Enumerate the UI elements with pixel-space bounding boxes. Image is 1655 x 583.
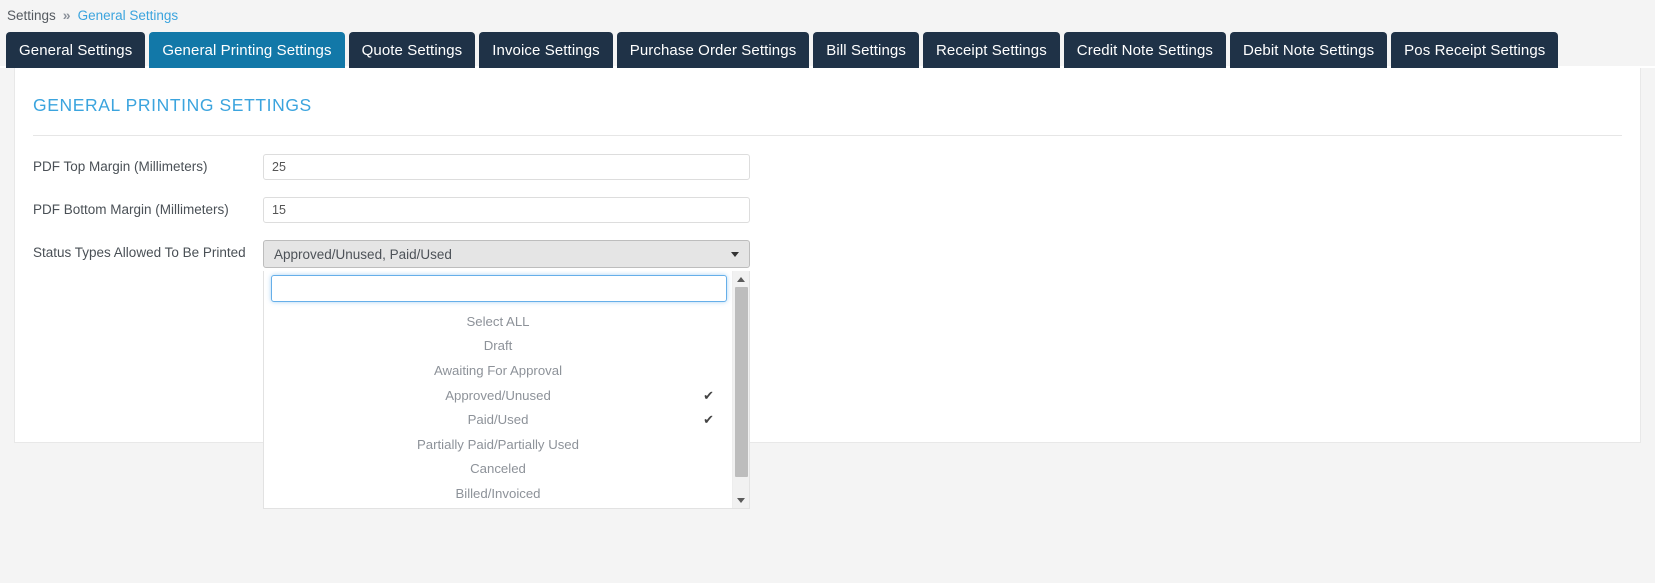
breadcrumb-separator-icon: » <box>62 7 71 23</box>
tab-label: Quote Settings <box>361 41 463 59</box>
status-types-search-input[interactable] <box>271 275 727 302</box>
check-icon: ✔ <box>703 387 714 403</box>
tab-debit-note-settings[interactable]: Debit Note Settings <box>1230 32 1388 68</box>
breadcrumb: Settings » General Settings <box>0 0 1655 30</box>
status-option-label: Approved/Unused <box>445 387 551 403</box>
control-bottom-margin <box>263 197 750 223</box>
tab-general-settings[interactable]: General Settings <box>6 32 146 68</box>
tab-quote-settings[interactable]: Quote Settings <box>348 32 476 68</box>
status-option[interactable]: Billed/Invoiced <box>264 481 732 506</box>
status-option-label: Billed/Invoiced <box>455 485 541 501</box>
tab-bill-settings[interactable]: Bill Settings <box>813 32 919 68</box>
status-types-multiselect: Approved/Unused, Paid/Used Select ALL Dra… <box>263 240 750 509</box>
status-types-dropdown-button[interactable]: Approved/Unused, Paid/Used <box>263 240 750 268</box>
status-option[interactable]: Draft <box>264 334 732 359</box>
status-option[interactable]: Paid/Used ✔ <box>264 407 732 432</box>
tab-invoice-settings[interactable]: Invoice Settings <box>479 32 613 68</box>
tab-receipt-settings[interactable]: Receipt Settings <box>922 32 1060 68</box>
tab-label: General Printing Settings <box>162 41 332 59</box>
pdf-top-margin-input[interactable] <box>263 154 750 180</box>
form-row-top-margin: PDF Top Margin (Millimeters) <box>15 154 1640 180</box>
status-option-label: Select ALL <box>466 313 530 329</box>
form-row-status-types: Status Types Allowed To Be Printed Appro… <box>15 240 1640 509</box>
general-printing-settings-form: PDF Top Margin (Millimeters) PDF Bottom … <box>15 136 1640 509</box>
status-option-label: Draft <box>483 338 513 354</box>
status-option-label: Canceled <box>470 461 526 477</box>
status-types-option-list: Select ALL Draft Awaiting For Approval Appr… <box>264 271 732 508</box>
form-row-bottom-margin: PDF Bottom Margin (Millimeters) <box>15 197 1640 223</box>
tab-label: General Settings <box>19 41 133 59</box>
scrollbar-thumb[interactable] <box>735 287 748 477</box>
chevron-down-icon <box>731 251 739 257</box>
page-title: GENERAL PRINTING SETTINGS <box>33 95 312 115</box>
status-option[interactable]: Select ALL <box>264 309 732 334</box>
tab-purchase-order-settings[interactable]: Purchase Order Settings <box>616 32 810 68</box>
tab-label: Pos Receipt Settings <box>1404 41 1546 59</box>
label-status-types: Status Types Allowed To Be Printed <box>33 245 246 260</box>
scrollbar-track[interactable] <box>733 287 749 492</box>
breadcrumb-current[interactable]: General Settings <box>78 8 179 23</box>
status-option-label: Paid/Used <box>467 412 529 428</box>
label-top-margin: PDF Top Margin (Millimeters) <box>33 159 208 174</box>
status-types-dropdown-panel: Select ALL Draft Awaiting For Approval Appr… <box>263 271 750 509</box>
scroll-up-arrow-icon[interactable] <box>733 271 749 287</box>
control-top-margin <box>263 154 750 180</box>
status-types-search-wrap <box>264 271 732 302</box>
tab-label: Purchase Order Settings <box>629 41 797 59</box>
tab-pos-receipt-settings[interactable]: Pos Receipt Settings <box>1391 32 1559 68</box>
tab-label: Receipt Settings <box>935 41 1047 59</box>
check-icon: ✔ <box>703 412 714 428</box>
dropdown-scrollbar[interactable] <box>732 271 749 508</box>
pdf-bottom-margin-input[interactable] <box>263 197 750 223</box>
tab-credit-note-settings[interactable]: Credit Note Settings <box>1063 32 1227 68</box>
status-types-selected-text: Approved/Unused, Paid/Used <box>274 246 452 262</box>
status-option-label: Partially Paid/Partially Used <box>417 436 579 452</box>
status-option[interactable]: Awaiting For Approval <box>264 358 732 383</box>
status-option[interactable]: Partially Paid/Partially Used <box>264 432 732 457</box>
settings-tabstrip: General Settings General Printing Setting… <box>0 30 1655 68</box>
control-status-types: Approved/Unused, Paid/Used Select ALL Dra… <box>263 240 750 509</box>
status-option[interactable]: Approved/Unused ✔ <box>264 383 732 408</box>
tab-label: Credit Note Settings <box>1076 41 1214 59</box>
tab-general-printing-settings[interactable]: General Printing Settings <box>149 32 345 68</box>
tab-label: Invoice Settings <box>492 41 600 59</box>
label-bottom-margin: PDF Bottom Margin (Millimeters) <box>33 202 229 217</box>
scroll-down-arrow-icon[interactable] <box>733 492 749 508</box>
status-option[interactable]: Canceled <box>264 457 732 482</box>
settings-panel: GENERAL PRINTING SETTINGS PDF Top Margin… <box>14 68 1641 509</box>
tab-label: Bill Settings <box>826 41 906 59</box>
tab-label: Debit Note Settings <box>1243 41 1375 59</box>
breadcrumb-root[interactable]: Settings <box>7 8 56 23</box>
status-option-label: Awaiting For Approval <box>433 362 563 378</box>
